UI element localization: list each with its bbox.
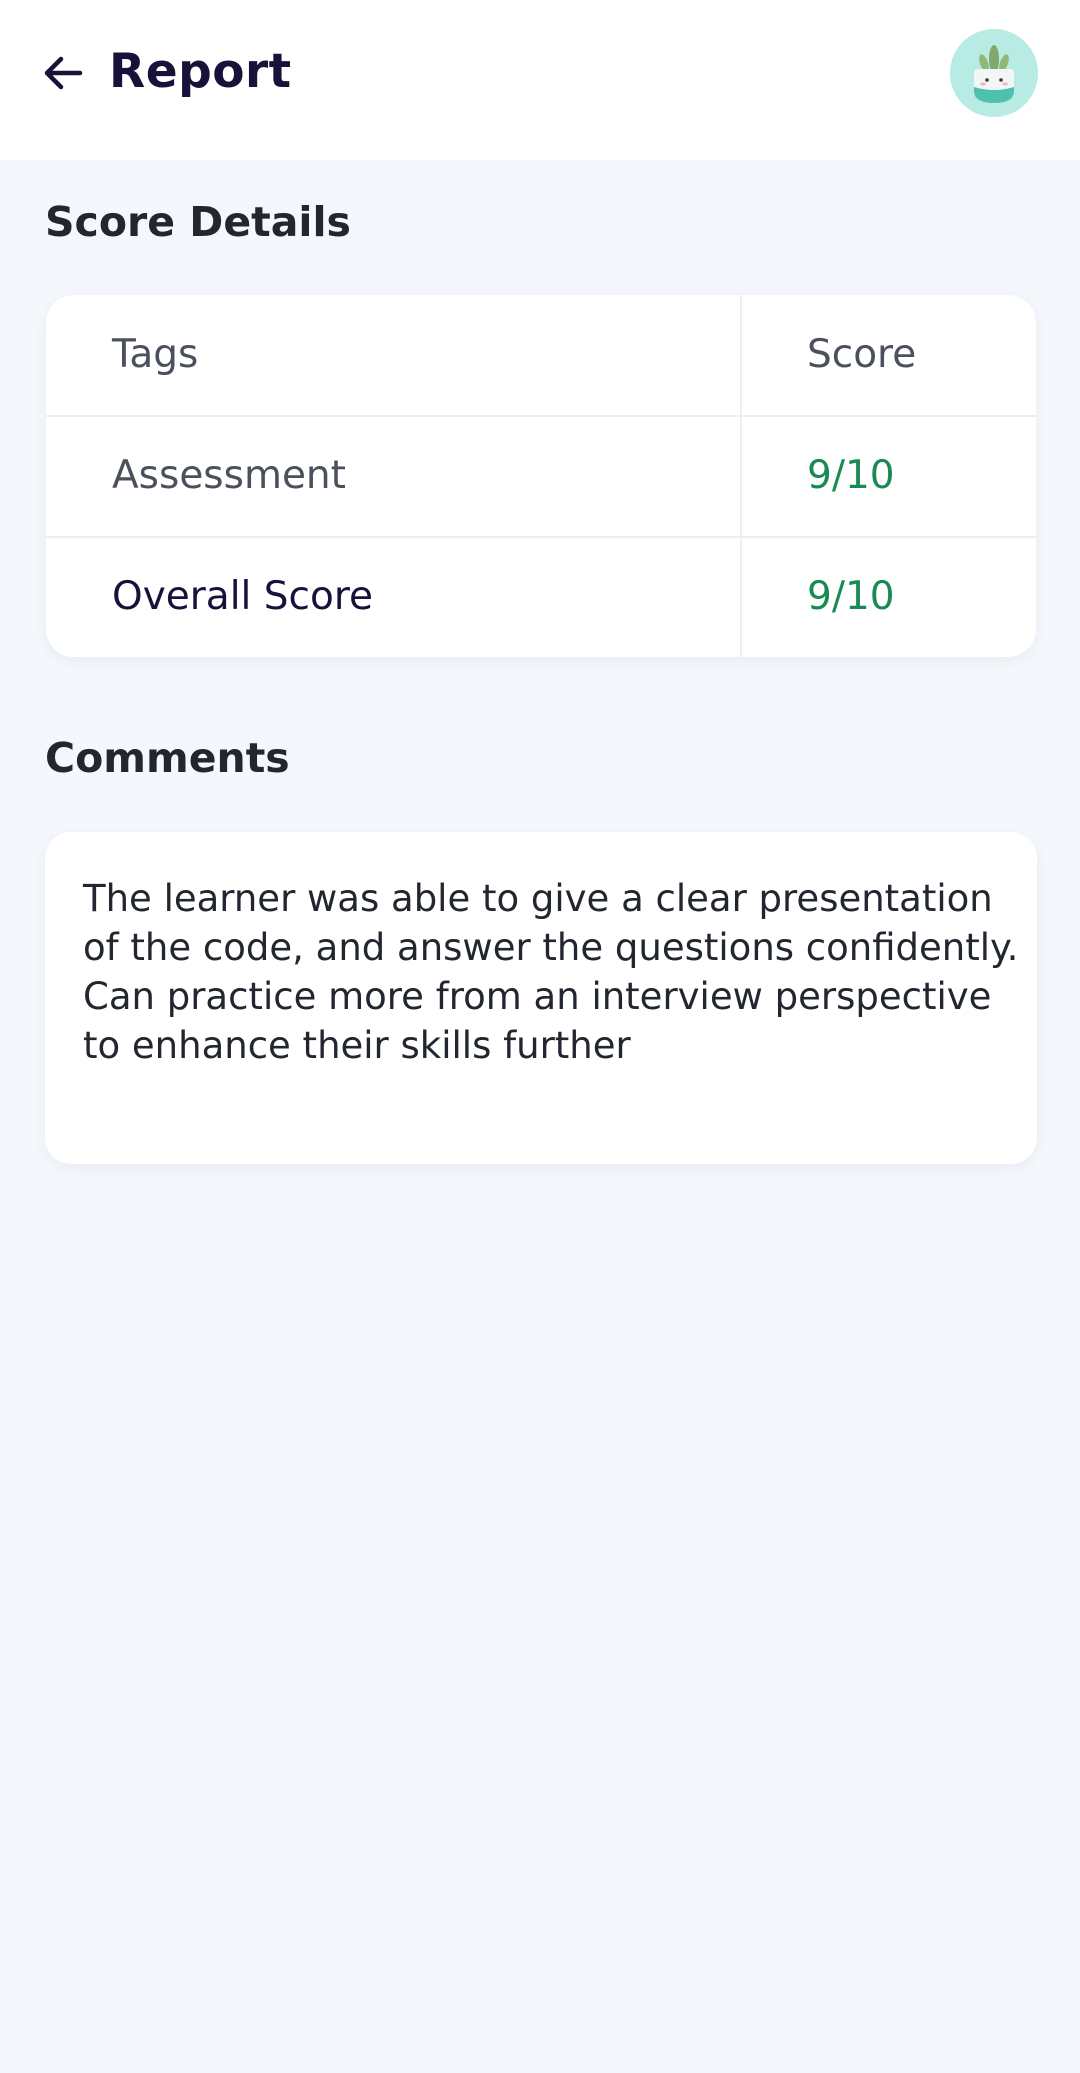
score-table: Tags Score Assessment 9/10 Overall Score… [46,295,1036,657]
plant-avatar-icon [950,29,1038,117]
comments-card: The learner was able to give a clear pre… [45,832,1037,1164]
column-header-tags: Tags [112,332,199,377]
table-header-row: Tags Score [46,295,1036,415]
avatar[interactable] [950,29,1038,117]
column-divider [740,295,742,657]
score-details-title: Score Details [45,198,351,246]
app-header: Report [0,0,1080,160]
overall-score-label: Overall Score [112,574,374,619]
page-title: Report [109,44,292,99]
table-row: Assessment 9/10 [46,416,1036,536]
back-button[interactable] [38,48,88,98]
overall-score-value: 9/10 [807,574,895,619]
column-header-score: Score [807,332,917,377]
tag-cell: Assessment [112,453,346,498]
comments-text: The learner was able to give a clear pre… [83,877,1019,1067]
arrow-left-icon [44,56,83,90]
score-cell: 9/10 [807,453,895,498]
overall-score-row: Overall Score 9/10 [46,537,1036,657]
comments-title: Comments [45,734,290,782]
